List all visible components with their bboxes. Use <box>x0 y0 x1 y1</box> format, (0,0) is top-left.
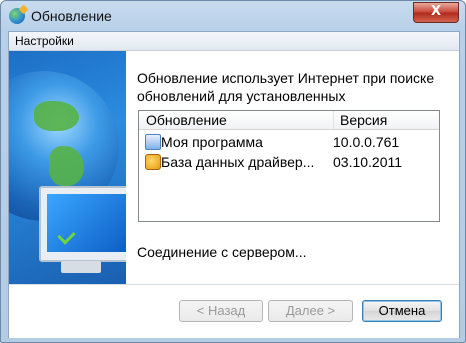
list-item[interactable]: Моя программа 10.0.0.761 <box>139 132 439 152</box>
dialog-client-area: Настройки Обновление использует Интернет… <box>8 31 460 338</box>
item-version: 03.10.2011 <box>333 154 403 170</box>
menu-settings[interactable]: Настройки <box>15 34 74 48</box>
close-button[interactable]: X <box>413 2 459 23</box>
updates-list[interactable]: Обновление Версия Моя программа 10.0.0.7… <box>138 110 440 222</box>
monitor-stand <box>61 261 101 273</box>
list-item[interactable]: База данных драйвер... 03.10.2011 <box>139 152 439 172</box>
monitor-screen <box>47 194 126 252</box>
cancel-button[interactable]: Отмена <box>362 300 442 322</box>
menu-bar: Настройки <box>9 32 459 51</box>
intro-text: Обновление использует Интернет при поиск… <box>137 70 435 104</box>
button-bar: < Назад Далее > Отмена <box>9 284 459 338</box>
item-name: База данных драйвер... <box>161 154 315 170</box>
column-header-version[interactable]: Версия <box>333 111 440 129</box>
wizard-illustration <box>9 51 126 284</box>
database-icon <box>145 154 161 170</box>
item-version: 10.0.0.761 <box>333 134 400 150</box>
monitor-image <box>39 186 126 262</box>
program-icon <box>145 134 161 150</box>
check-icon <box>57 226 76 245</box>
column-header-update[interactable]: Обновление <box>146 111 326 129</box>
status-text: Соединение с сервером... <box>137 244 307 260</box>
back-button[interactable]: < Назад <box>179 300 263 322</box>
window-title: Обновление <box>31 8 112 24</box>
update-window: Обновление X Настройки Обновление исполь… <box>0 0 466 343</box>
next-button[interactable]: Далее > <box>268 300 353 322</box>
app-icon <box>9 8 25 24</box>
item-name: Моя программа <box>161 134 263 150</box>
title-bar[interactable]: Обновление X <box>1 1 465 32</box>
list-header: Обновление Версия <box>139 111 439 130</box>
